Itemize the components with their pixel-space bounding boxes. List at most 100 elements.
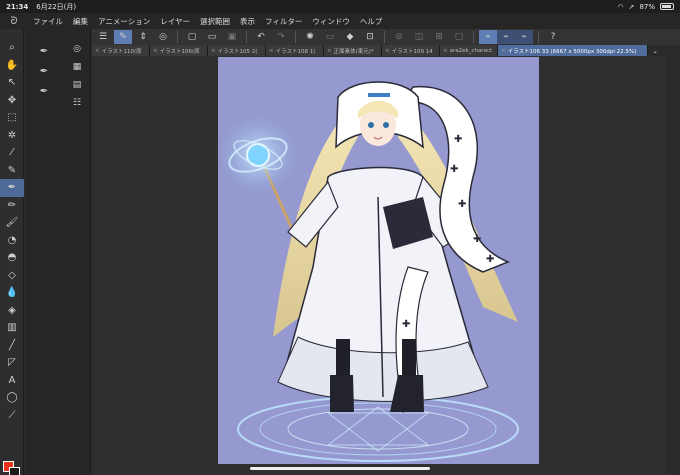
app-logo-icon[interactable]: ᘐ bbox=[0, 16, 28, 27]
sub-tool-pen-1-icon[interactable]: ✒ bbox=[25, 41, 63, 61]
stroke-2-icon[interactable]: ⌁ bbox=[497, 30, 515, 44]
figure-icon[interactable]: ╱ bbox=[0, 337, 24, 355]
close-icon[interactable]: × bbox=[501, 48, 506, 54]
menu-animation[interactable]: アニメーション bbox=[93, 16, 155, 27]
sub-tool-panel: ✒ ✒ ✒ bbox=[25, 29, 63, 475]
layer-property-icon[interactable]: ▤ bbox=[63, 76, 91, 94]
tab-canvas-7[interactable]: × ara2ek_charact bbox=[440, 45, 498, 56]
correct-line-icon[interactable]: ⟋ bbox=[0, 407, 24, 425]
menu-file[interactable]: ファイル bbox=[28, 16, 68, 27]
redo-icon[interactable]: ↷ bbox=[272, 30, 290, 44]
close-icon[interactable]: × bbox=[95, 48, 100, 54]
menu-layer[interactable]: レイヤー bbox=[155, 16, 195, 27]
status-time: 21:34 bbox=[6, 2, 29, 11]
tab-canvas-4[interactable]: × イラスト108 1( bbox=[266, 45, 324, 56]
vertical-scrollbar[interactable] bbox=[666, 56, 680, 475]
gradient-icon[interactable]: ▥ bbox=[0, 319, 24, 337]
close-icon[interactable]: × bbox=[269, 48, 274, 54]
menu-window[interactable]: ウィンドウ bbox=[307, 16, 355, 27]
drag-handle[interactable]: · · · bbox=[0, 29, 23, 39]
open-file-icon[interactable]: ▭ bbox=[203, 30, 221, 44]
menu-view[interactable]: 表示 bbox=[235, 16, 260, 27]
help-icon[interactable]: ? bbox=[544, 30, 562, 44]
brush-size-icon[interactable]: ▦ bbox=[63, 58, 91, 76]
quick-access-icon[interactable]: ◎ bbox=[154, 30, 172, 44]
tab-canvas-1[interactable]: × イラスト110(原 bbox=[92, 45, 150, 56]
brush-icon[interactable]: 🖌 bbox=[0, 214, 24, 232]
blend-icon[interactable]: 💧 bbox=[0, 284, 24, 302]
command-bar: ☰ ✎ ⇕ ◎ ▢ ▭ ▣ ↶ ↷ ✺ ▭ ◆ ⊡ ⊘ ◫ ⊞ ▢ ⌁ ⌁ ⌁ … bbox=[92, 29, 680, 45]
invert-selection-icon[interactable]: ◫ bbox=[410, 30, 428, 44]
svg-text:✚: ✚ bbox=[454, 134, 462, 145]
frame-border-icon[interactable]: ◸ bbox=[0, 354, 24, 372]
menu-help[interactable]: ヘルプ bbox=[355, 16, 388, 27]
eyedropper-icon[interactable]: ⁄ bbox=[0, 144, 24, 162]
undo-icon[interactable]: ↶ bbox=[252, 30, 270, 44]
close-icon[interactable]: × bbox=[443, 48, 448, 54]
svg-text:✚: ✚ bbox=[486, 254, 494, 265]
tool-strip: · · · ⌕ ✋ ↖ ✥ ⬚ ✲ ⁄ ✎ ✒ ✏ 🖌 ◔ ◓ ◇ 💧 ◈ ▥ … bbox=[0, 29, 24, 475]
transform-icon[interactable]: ⊡ bbox=[361, 30, 379, 44]
sub-color-swatch[interactable] bbox=[9, 467, 20, 475]
hand-icon[interactable]: ✋ bbox=[0, 57, 24, 75]
new-file-icon[interactable]: ▢ bbox=[183, 30, 201, 44]
move-layer-icon[interactable]: ✥ bbox=[0, 92, 24, 110]
chevron-down-icon[interactable]: ⌄ bbox=[648, 45, 662, 56]
clear-icon[interactable]: ▭ bbox=[321, 30, 339, 44]
stepper-icon[interactable]: ⇕ bbox=[134, 30, 152, 44]
deselect-icon[interactable]: ⊘ bbox=[390, 30, 408, 44]
pen-icon[interactable]: ✒ bbox=[0, 179, 24, 197]
decoration-icon[interactable]: ◓ bbox=[0, 249, 24, 267]
brush-cursor-icon[interactable]: ✎ bbox=[0, 162, 24, 180]
stroke-icon[interactable]: ⌁ bbox=[479, 30, 497, 44]
close-icon[interactable]: × bbox=[153, 48, 158, 54]
close-icon[interactable]: × bbox=[327, 48, 332, 54]
loading-icon[interactable]: ✺ bbox=[301, 30, 319, 44]
divider bbox=[246, 31, 247, 43]
svg-text:✚: ✚ bbox=[473, 234, 481, 245]
close-icon[interactable]: × bbox=[385, 48, 390, 54]
tool-property-icon[interactable]: ◎ bbox=[63, 40, 91, 58]
tab-canvas-6[interactable]: × イラスト109 14 bbox=[382, 45, 440, 56]
svg-text:✚: ✚ bbox=[402, 319, 410, 330]
pen-mode-icon[interactable]: ✎ bbox=[114, 30, 132, 44]
stroke-3-icon[interactable]: ⌁ bbox=[515, 30, 533, 44]
tab-canvas-active[interactable]: × イラスト106 33 (6667 x 5000px 300dpi 22.5%) bbox=[498, 45, 648, 56]
tab-canvas-3[interactable]: × イラスト105 2( bbox=[208, 45, 266, 56]
canvas[interactable]: ✚ ✚ ✚ ✚ ✚ ✚ ✚ ✚ bbox=[218, 57, 539, 464]
sub-tool-pen-2-icon[interactable]: ✒ bbox=[25, 61, 63, 81]
stabilization-group: ⌁ ⌁ ⌁ bbox=[479, 30, 533, 44]
layer-list-icon[interactable]: ☷ bbox=[63, 94, 91, 112]
zoom-icon[interactable]: ⌕ bbox=[0, 39, 24, 57]
auto-select-icon[interactable]: ✲ bbox=[0, 127, 24, 145]
tab-canvas-2[interactable]: × イラスト106(原 bbox=[150, 45, 208, 56]
fill-bucket-icon[interactable]: ◈ bbox=[0, 302, 24, 320]
fill-icon[interactable]: ◆ bbox=[341, 30, 359, 44]
save-icon[interactable]: ▣ bbox=[223, 30, 241, 44]
canvas-tabs: × イラスト110(原 × イラスト106(原 × イラスト105 2( × イラスト1… bbox=[92, 45, 680, 56]
menu-list-icon[interactable]: ☰ bbox=[94, 30, 112, 44]
divider bbox=[384, 31, 385, 43]
svg-text:✚: ✚ bbox=[458, 199, 466, 210]
airbrush-icon[interactable]: ◔ bbox=[0, 232, 24, 250]
sub-tool-pen-3-icon[interactable]: ✒ bbox=[25, 81, 63, 101]
property-panel: ◎ ▦ ▤ ☷ bbox=[63, 29, 91, 475]
menu-selection[interactable]: 選択範囲 bbox=[195, 16, 235, 27]
menu-filter[interactable]: フィルター bbox=[260, 16, 307, 27]
home-indicator[interactable] bbox=[250, 467, 430, 470]
crop-icon[interactable]: ⊞ bbox=[430, 30, 448, 44]
close-icon[interactable]: × bbox=[211, 48, 216, 54]
eraser-icon[interactable]: ◇ bbox=[0, 267, 24, 285]
trim-icon[interactable]: ▢ bbox=[450, 30, 468, 44]
text-icon[interactable]: A bbox=[0, 372, 24, 390]
balloon-icon[interactable]: ◯ bbox=[0, 389, 24, 407]
status-date: 6月22日(月) bbox=[36, 2, 77, 11]
battery-percent: 87% bbox=[639, 2, 655, 11]
selection-icon[interactable]: ⬚ bbox=[0, 109, 24, 127]
status-right: ◠ ➚ 87% bbox=[617, 3, 674, 11]
divider bbox=[295, 31, 296, 43]
tab-canvas-5[interactable]: × 正面素体(東元)* bbox=[324, 45, 382, 56]
menu-edit[interactable]: 編集 bbox=[68, 16, 93, 27]
operation-icon[interactable]: ↖ bbox=[0, 74, 24, 92]
pencil-icon[interactable]: ✏ bbox=[0, 197, 24, 215]
